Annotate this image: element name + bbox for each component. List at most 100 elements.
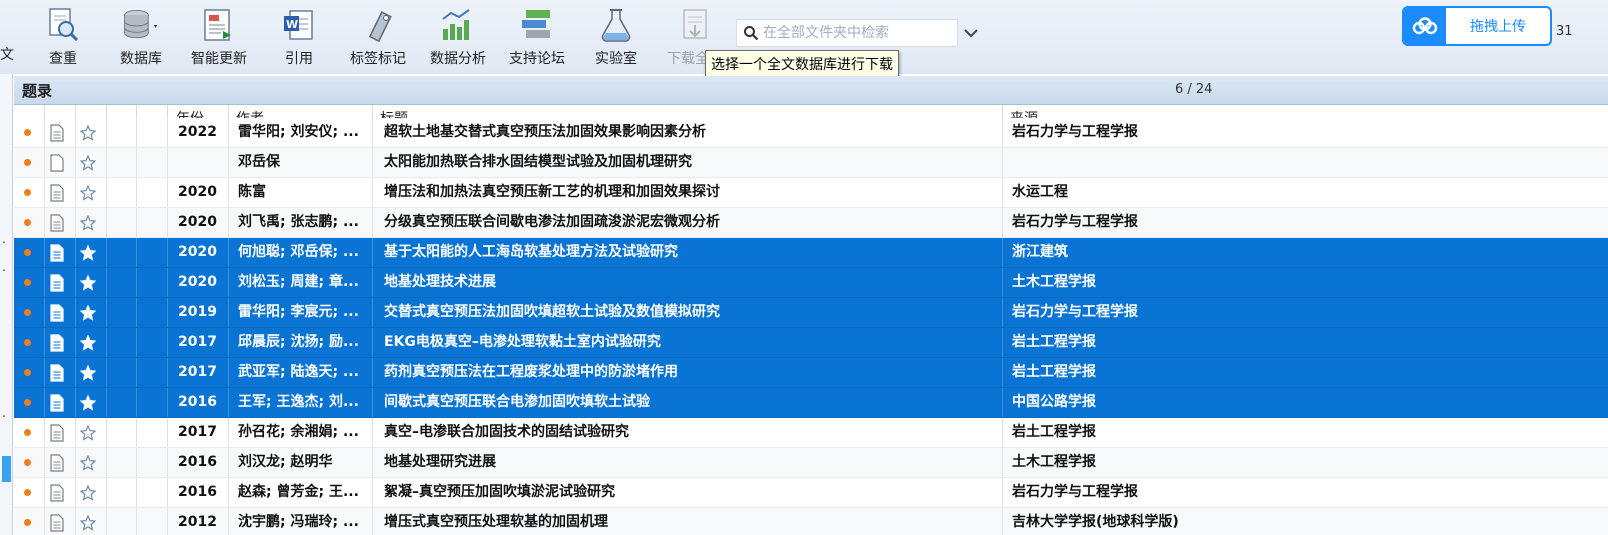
drag-upload-button[interactable]: 拖拽上传: [1402, 6, 1552, 46]
document-icon[interactable]: [49, 238, 75, 267]
tag-mark-button[interactable]: 标签标记: [339, 0, 417, 72]
cell-source: 岩土工程学报: [1012, 364, 1096, 380]
cell-divider: [167, 388, 168, 417]
cell-divider: [372, 208, 373, 237]
cell-divider: [106, 298, 107, 327]
table-row[interactable]: 2020 刘松玉; 周建; 章... 地基处理技术进展 土木工程学报: [14, 268, 1608, 298]
data-analysis-button[interactable]: 数据分析: [419, 0, 497, 72]
star-icon[interactable]: [80, 148, 106, 177]
star-icon[interactable]: [80, 328, 106, 357]
cell-divider: [228, 448, 229, 477]
star-icon[interactable]: [80, 268, 106, 297]
cell-author: 武亚军; 陆逸天; ...: [238, 364, 359, 380]
cell-divider: [167, 328, 168, 357]
star-icon[interactable]: [80, 118, 106, 147]
cell-divider: [106, 508, 107, 535]
table-row[interactable]: 邓岳保 太阳能加热联合排水固结模型试验及加固机理研究: [14, 148, 1608, 178]
unread-dot-icon: [20, 298, 40, 327]
star-icon[interactable]: [80, 238, 106, 267]
cell-source: 土木工程学报: [1012, 274, 1096, 290]
cell-divider: [372, 148, 373, 177]
sidebar-selected-indicator: [2, 456, 11, 482]
star-icon[interactable]: [80, 208, 106, 237]
document-icon[interactable]: [49, 208, 75, 237]
table-row[interactable]: 2019 雷华阳; 李宸元; ... 交替式真空预压法加固吹填超软土试验及数值模拟研…: [14, 298, 1608, 328]
empty-document-icon[interactable]: [49, 148, 75, 177]
cell-author: 刘飞禹; 张志鹏; ...: [238, 214, 359, 230]
document-icon[interactable]: [49, 268, 75, 297]
table-row[interactable]: 2016 王军; 王逸杰; 刘... 间歇式真空预压联合电渗加固吹填软土试验 中国公路…: [14, 388, 1608, 418]
cell-divider: [167, 298, 168, 327]
cell-divider: [228, 118, 229, 147]
database-button[interactable]: 数据库: [102, 0, 180, 72]
support-forum-button[interactable]: 支持论坛: [498, 0, 576, 72]
data-analysis-label: 数据分析: [430, 51, 486, 67]
drag-upload-label: 拖拽上传: [1470, 19, 1526, 35]
cell-divider: [75, 508, 76, 535]
star-icon[interactable]: [80, 298, 106, 327]
star-icon[interactable]: [80, 178, 106, 207]
table-row[interactable]: 2017 邱晨辰; 沈扬; 励... EKG电极真空–电渗处理软黏土室内试验研究 岩土…: [14, 328, 1608, 358]
cell-title: 间歇式真空预压联合电渗加固吹填软土试验: [384, 394, 650, 410]
word-cite-icon: W: [279, 5, 319, 45]
star-icon[interactable]: [80, 508, 106, 535]
cell-divider: [106, 358, 107, 387]
document-icon[interactable]: [49, 508, 75, 535]
cell-divider: [372, 478, 373, 507]
document-icon[interactable]: [49, 118, 75, 147]
document-magnifier-icon: [43, 5, 83, 45]
lab-button[interactable]: 实验室: [577, 0, 655, 72]
database-label: 数据库: [120, 51, 162, 67]
star-icon[interactable]: [80, 478, 106, 507]
table-row[interactable]: 2020 刘飞禹; 张志鹏; ... 分级真空预压联合间歇电渗法加固疏浚淤泥宏微观分…: [14, 208, 1608, 238]
cell-divider: [136, 478, 137, 507]
cell-year: [178, 148, 228, 177]
cell-divider: [75, 418, 76, 447]
cell-year: 2022: [178, 124, 217, 140]
panel-title: 题录: [22, 82, 53, 100]
star-icon[interactable]: [80, 388, 106, 417]
unread-dot-icon: [20, 178, 40, 207]
star-icon[interactable]: [80, 448, 106, 477]
table-row[interactable]: 2016 刘汉龙; 赵明华 地基处理研究进展 土木工程学报: [14, 448, 1608, 478]
cell-year: 2017: [178, 424, 217, 440]
cell-divider: [372, 178, 373, 207]
cell-year: 2016: [178, 484, 217, 500]
document-icon[interactable]: [49, 328, 75, 357]
table-row[interactable]: 2020 陈富 增压法和加热法真空预压新工艺的机理和加固效果探讨 水运工程: [14, 178, 1608, 208]
document-icon[interactable]: [49, 178, 75, 207]
smart-update-button[interactable]: 智能更新: [180, 0, 258, 72]
cell-title: 增压式真空预压处理软基的加固机理: [384, 514, 608, 530]
cell-divider: [75, 328, 76, 357]
table-row[interactable]: 2017 孙召花; 余湘娟; ... 真空–电渗联合加固技术的固结试验研究 岩土工程学…: [14, 418, 1608, 448]
cell-author: 邱晨辰; 沈扬; 励...: [238, 334, 359, 350]
search-scope-dropdown[interactable]: [962, 24, 980, 44]
unread-dot-icon: [20, 268, 40, 297]
star-icon[interactable]: [80, 418, 106, 447]
document-icon[interactable]: [49, 298, 75, 327]
table-row[interactable]: 2022 雷华阳; 刘安仪; ... 超软土地基交替式真空预压法加固效果影响因素分析…: [14, 118, 1608, 148]
cell-source: [1012, 148, 1512, 177]
document-icon[interactable]: [49, 388, 75, 417]
search-input[interactable]: [759, 21, 949, 45]
cell-author: 刘汉龙; 赵明华: [238, 454, 333, 470]
cell-divider: [106, 178, 107, 207]
document-icon[interactable]: [49, 418, 75, 447]
cell-divider: [167, 268, 168, 297]
cell-divider: [228, 148, 229, 177]
document-icon[interactable]: [49, 478, 75, 507]
table-row[interactable]: 2017 武亚军; 陆逸天; ... 药剂真空预压法在工程废浆处理中的防淤堵作用 岩土…: [14, 358, 1608, 388]
table-row[interactable]: 2016 赵森; 曾芳金; 王... 絮凝–真空预压加固吹填淤泥试验研究 岩石力学与工…: [14, 478, 1608, 508]
table-row[interactable]: 2012 沈宇鹏; 冯瑞玲; ... 增压式真空预压处理软基的加固机理 吉林大学学报(…: [14, 508, 1608, 535]
document-icon[interactable]: [49, 448, 75, 477]
cell-divider: [372, 448, 373, 477]
document-icon[interactable]: [49, 358, 75, 387]
records-panel: 题录 6 / 24 年份 作者 标题 来源 2022雷华阳; 刘安仪; ...超…: [14, 76, 1608, 535]
duplicate-check-button[interactable]: 查重: [24, 0, 102, 72]
cell-author: 何旭聪; 邓岳保; ...: [238, 244, 359, 260]
cell-title: 超软土地基交替式真空预压法加固效果影响因素分析: [384, 124, 706, 140]
cite-button[interactable]: W 引用: [260, 0, 338, 72]
cell-divider: [44, 448, 45, 477]
table-row[interactable]: 2020 何旭聪; 邓岳保; ... 基于太阳能的人工海岛软基处理方法及试验研究 浙江…: [14, 238, 1608, 268]
star-icon[interactable]: [80, 358, 106, 387]
